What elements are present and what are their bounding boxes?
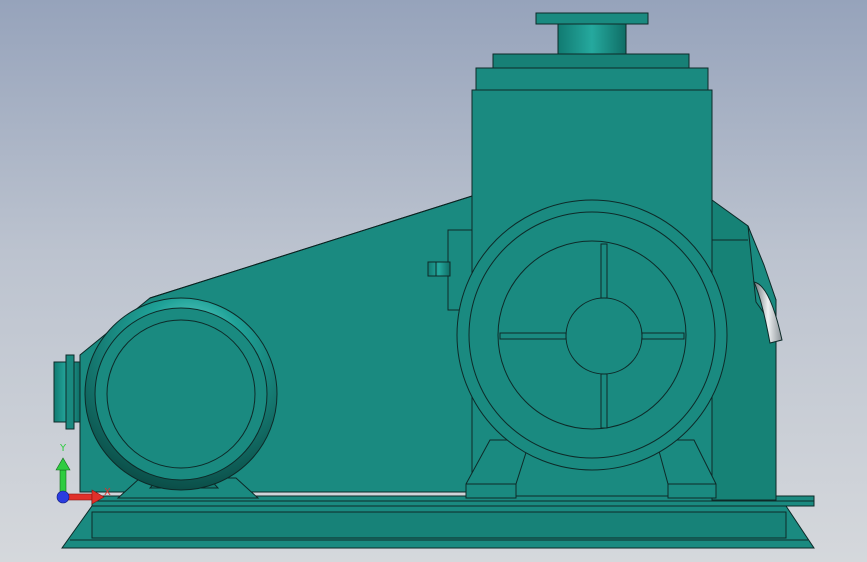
triad-y-label: Y	[60, 443, 67, 454]
base-rail[interactable]	[61, 495, 815, 549]
cad-graphics-viewport[interactable]: Y X	[0, 0, 867, 562]
motor-end-flange[interactable]	[53, 354, 81, 430]
top-flange[interactable]	[475, 12, 709, 91]
electric-motor[interactable]	[84, 297, 278, 491]
triad-x-label: X	[104, 487, 111, 498]
pump-model-view[interactable]	[0, 0, 867, 562]
rotor-cover[interactable]	[456, 199, 728, 471]
